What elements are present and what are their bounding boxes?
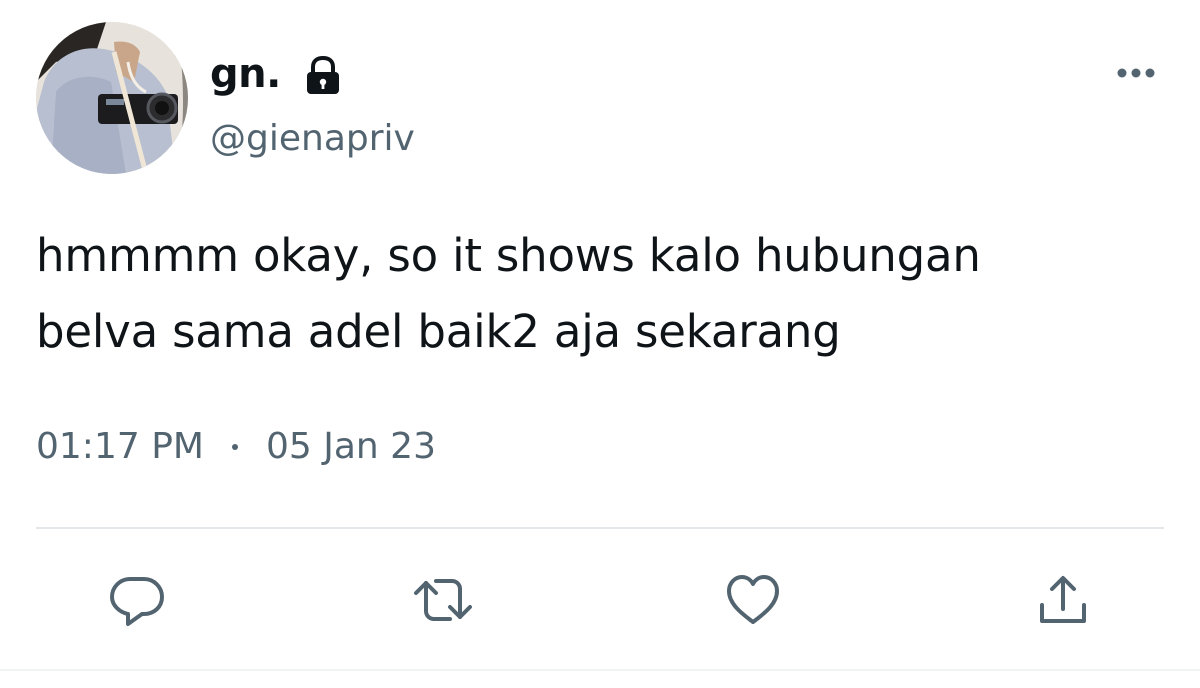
reply-icon: [110, 577, 164, 626]
profile-photo-icon: [36, 22, 188, 174]
display-name-row: gn.: [210, 44, 343, 104]
like-button[interactable]: [718, 565, 788, 635]
tweet-text: hmmmm okay, so it shows kalo hubungan be…: [36, 218, 1166, 370]
dot-separator: [231, 443, 238, 450]
tweet-card: gn. @gienapriv hmmmm okay, so it shows k…: [0, 0, 1200, 688]
tweet-timestamp[interactable]: 01:17 PM 05 Jan 23: [36, 426, 436, 467]
action-bar: [0, 565, 1200, 635]
tweet-text-line-1: hmmmm okay, so it shows kalo hubungan: [36, 229, 981, 282]
lock-icon: [306, 56, 339, 94]
tweet-text-line-2: belva sama adel baik2 aja sekarang: [36, 305, 841, 358]
more-button[interactable]: [1108, 58, 1164, 88]
tweet-date: 05 Jan 23: [265, 426, 436, 467]
avatar[interactable]: [36, 22, 188, 174]
divider: [36, 527, 1164, 529]
retweet-icon: [414, 579, 472, 621]
share-icon: [1040, 576, 1086, 623]
share-button[interactable]: [1028, 565, 1098, 635]
user-handle[interactable]: @gienapriv: [210, 118, 415, 159]
heart-icon: [727, 575, 779, 624]
more-icon: [1117, 68, 1155, 78]
display-name[interactable]: gn.: [210, 51, 281, 97]
bottom-divider: [0, 669, 1200, 671]
reply-button[interactable]: [102, 565, 172, 635]
tweet-time: 01:17 PM: [36, 426, 204, 467]
retweet-button[interactable]: [408, 565, 478, 635]
